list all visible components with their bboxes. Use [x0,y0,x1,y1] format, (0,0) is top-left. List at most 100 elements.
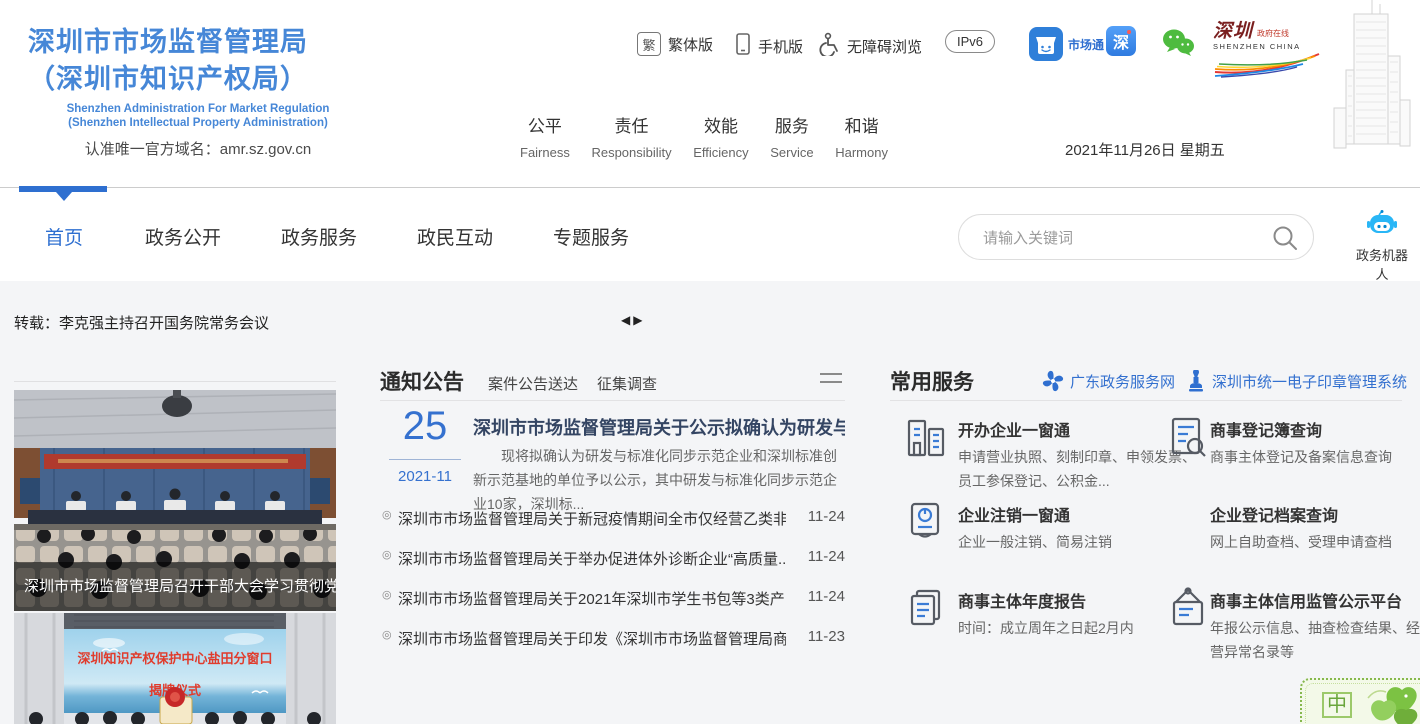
business-cancel-icon [905,500,947,551]
guangdong-portal-link[interactable]: 广东政务服务网 [1042,370,1175,392]
page: 深圳市市场监督管理局 （深圳市知识产权局） Shenzhen Administr… [0,0,1420,724]
notice-title[interactable]: 深圳市市场监督管理局关于2021年深圳市学生书包等3类产... [398,588,786,609]
annual-report-icon [905,586,947,637]
wechat-link[interactable] [1161,28,1195,63]
eseal-system-link[interactable]: 深圳市统一电子印章管理系统 [1186,370,1407,392]
logo-en-line2: (Shenzhen Intellectual Property Administ… [28,116,368,130]
nav-item-gov-info[interactable]: 政务公开 [145,223,221,250]
shenzhen-china-logo[interactable]: 深圳 政府在线 SHENZHEN CHINA [1213,22,1325,82]
nav-item-gov-services[interactable]: 政务服务 [281,223,357,250]
mobile-phone-icon [735,32,751,60]
value-cn: 和谐 [835,112,888,137]
service-desc-archive-query: 网上自助查档、受理申请查档 [1210,530,1420,554]
service-desc-registry-query: 商事主体登记及备案信息查询 [1210,445,1420,469]
value-en: Service [770,145,813,160]
bullet-icon: ◎ [382,508,392,521]
building-sketch-image [1316,0,1420,157]
accessibility-link[interactable]: 无障碍浏览 [818,32,922,60]
notice-list-item[interactable]: ◎ 深圳市市场监督管理局关于印发《深圳市市场监督管理局商... 11-23 [0,628,845,668]
value-cn: 责任 [591,112,671,137]
service-desc-credit-platform: 年报公示信息、抽查检查结果、经营异常名录等 [1210,616,1420,664]
notice-date: 11-24 [785,508,845,525]
service-title-business-open[interactable]: 开办企业一窗通 [958,417,1070,441]
notice-list-item[interactable]: ◎ 深圳市市场监督管理局关于2021年深圳市学生书包等3类产... 11-24 [0,588,845,628]
market-app-link[interactable]: 市场通 [1028,26,1104,62]
service-desc-business-cancel: 企业一般注销、简易注销 [958,530,1208,554]
notice-title[interactable]: 深圳市市场监督管理局关于印发《深圳市市场监督管理局商... [398,628,786,649]
market-app-label: 市场通 [1068,36,1104,53]
value-cn: 服务 [770,112,813,137]
logo-en-line1: Shenzhen Administration For Market Regul… [28,102,368,116]
value-en: Responsibility [591,145,671,160]
value-responsibility: 责任 Responsibility [591,112,671,160]
market-app-icon [1028,26,1064,62]
service-title-credit-platform[interactable]: 商事主体信用监管公示平台 [1210,588,1402,612]
value-cn: 效能 [693,112,748,137]
gov-robot-label: 政务机器人 [1350,245,1414,283]
notices-more-icon[interactable] [820,373,842,389]
logo-title-line1: 深圳市市场监督管理局 [28,24,388,61]
site-search [958,214,1314,260]
eseal-system-label: 深圳市统一电子印章管理系统 [1212,371,1407,392]
service-title-business-cancel[interactable]: 企业注销一窗通 [958,502,1070,526]
notice-title[interactable]: 深圳市市场监督管理局关于新冠疫情期间全市仅经营乙类非... [398,508,786,529]
mobile-version-link[interactable]: 手机版 [735,32,803,60]
pinwheel-icon [1042,370,1064,392]
sz-logo-tagline: 政府在线 [1257,30,1289,41]
service-title-archive-query[interactable]: 企业登记档案查询 [1210,502,1338,526]
service-title-registry-query[interactable]: 商事登记簿查询 [1210,417,1322,441]
credit-platform-icon [1168,586,1210,637]
rainbow-swoosh-icon [1213,52,1323,78]
wechat-icon [1161,28,1195,58]
notice-list-item[interactable]: ◎ 深圳市市场监督管理局关于新冠疫情期间全市仅经营乙类非... 11-24 [0,508,845,548]
value-en: Efficiency [693,145,748,160]
traditional-version-link[interactable]: 繁 繁体版 [637,32,713,56]
notice-title[interactable]: 深圳市市场监督管理局关于举办促进体外诊断企业“高质量... [398,548,786,569]
featured-notice-summary[interactable]: 现将拟确认为研发与标准化同步示范企业和深圳标准创新示范基地的单位予以公示，其中研… [473,444,845,516]
nav-item-special-services[interactable]: 专题服务 [553,223,629,250]
sz-logo-english: SHENZHEN CHINA [1213,43,1325,51]
values-row: 公平 Fairness 责任 Responsibility 效能 Efficiency… [520,112,888,160]
value-en: Fairness [520,145,570,160]
site-logo-title[interactable]: 深圳市市场监督管理局 （深圳市知识产权局） [28,24,388,98]
nav-active-triangle [56,192,72,201]
service-title-annual-report[interactable]: 商事主体年度报告 [958,588,1086,612]
featured-notice-title[interactable]: 深圳市市场监督管理局关于公示拟确认为研发与标... [473,414,845,440]
notice-date: 11-24 [785,548,845,565]
official-domain-note: 认准唯一官方域名：amr.sz.gov.cn [28,138,368,159]
bullet-icon: ◎ [382,548,392,561]
mobile-label: 手机版 [758,36,803,57]
notices-section-title: 通知公告 [380,366,464,396]
sz-logo-calligraphy: 深圳 [1213,22,1253,41]
current-date: 2021年11月26日 星期五 [1065,139,1225,160]
value-efficiency: 效能 Efficiency [693,112,748,160]
nav-item-interaction[interactable]: 政民互动 [417,223,493,250]
search-icon[interactable] [1271,224,1299,257]
ticker-next-icon[interactable]: ▶ [633,313,645,327]
i-shenzhen-heart-dot [1127,30,1131,34]
widget-glyph: 中 [1322,692,1352,718]
services-divider [890,400,1402,401]
notices-divider [380,400,845,401]
business-open-icon [905,415,947,466]
stamp-icon [1186,370,1206,392]
guangdong-portal-label: 广东政务服务网 [1070,371,1175,392]
nav-item-home[interactable]: 首页 [45,223,83,250]
gov-robot-button[interactable]: 政务机器人 [1350,210,1414,283]
ipv6-badge[interactable]: IPv6 [945,30,995,53]
bullet-icon: ◎ [382,588,392,601]
i-shenzhen-app-icon[interactable]: 深 [1106,26,1136,56]
services-section-title: 常用服务 [890,366,974,396]
value-cn: 公平 [520,112,570,137]
floating-widget[interactable]: 中 [1300,678,1420,724]
traditional-icon: 繁 [637,32,661,56]
tab-surveys[interactable]: 征集调查 [597,373,657,394]
news-ticker[interactable]: 转载：李克强主持召开国务院常务会议 [14,312,269,333]
tab-case-announcements[interactable]: 案件公告送达 [488,373,578,394]
notice-date: 11-24 [785,588,845,605]
notice-date: 11-23 [785,628,845,645]
value-harmony: 和谐Harmony [835,112,888,160]
search-input[interactable] [981,216,1255,260]
notice-list-item[interactable]: ◎ 深圳市市场监督管理局关于举办促进体外诊断企业“高质量... 11-24 [0,548,845,588]
ticker-prev-icon[interactable]: ◀ [621,313,633,327]
